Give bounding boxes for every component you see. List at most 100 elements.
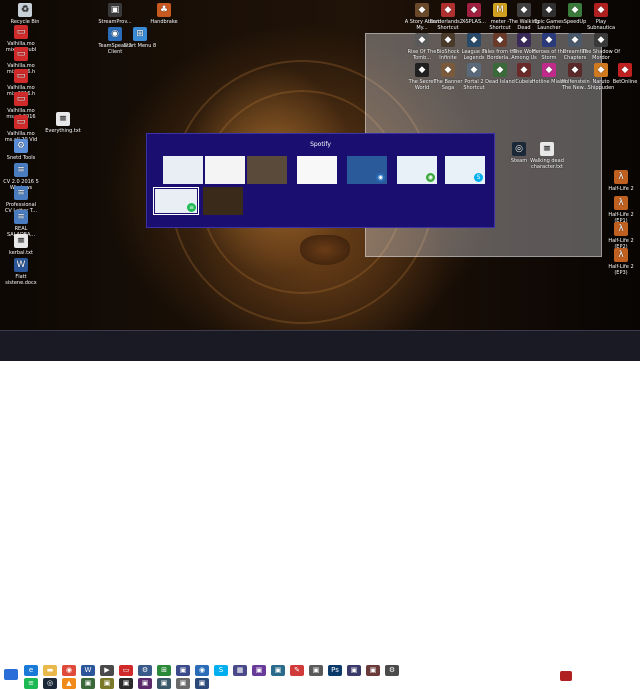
lion-nose [300,235,350,265]
game-icon: ◆ [467,63,481,77]
thumb-app-badge-icon: ≡ [187,203,196,212]
thumb-window-4[interactable] [297,156,337,184]
taskbar-app-icon-3[interactable]: ▣ [309,665,323,676]
pdf-file-icon: ▭ [14,69,28,83]
document-icon: ≡ [14,186,28,200]
desktop-icon-snetd[interactable]: ⚙ Snetd Tools [2,139,40,161]
game-icon: ◆ [415,63,429,77]
desktop-icon-h4[interactable]: λ Half-Life 2 (EP3) [602,248,640,276]
thumb-window-9[interactable] [203,187,243,215]
taskbar-media-icon[interactable]: ▶ [100,665,114,676]
taskbar-pdf-icon[interactable]: ▭ [119,665,133,676]
recycle-bin-icon: ♻ [18,3,32,17]
pdf-file-icon: ▭ [14,47,28,61]
taskbar-photoshop-icon[interactable]: Ps [328,665,342,676]
text-file-icon: ≡ [540,142,554,156]
desktop-icon-everything[interactable]: ≡ Everything.txt [44,112,82,134]
desktop-icon-h3[interactable]: λ Half-Life 2 (EP2) [602,222,640,250]
taskbar-spotify-icon[interactable]: ≡ [24,678,38,689]
desktop-icon-kerbal[interactable]: ≡ kerbal.txt [2,234,40,256]
desktop-icon-a8[interactable]: ◆ Play Subnautica [582,3,620,31]
taskbar-app-icon-4[interactable]: ▣ [347,665,361,676]
handbrake-icon: ♣ [157,3,171,17]
thumb-window-3[interactable] [247,156,287,184]
thumb-preview [203,187,243,215]
taskbar-ie-icon[interactable]: e [24,665,38,676]
desktop-icon-label: Flatt sistene.docx [5,274,37,286]
alt-tab-switcher: Spotify ◉ ◉ S ≡ [146,133,495,228]
taskbar-photos-icon[interactable]: ▣ [252,665,266,676]
teamspeak-icon: ◉ [108,27,122,41]
desktop-icon-label: Start Menu 8 [123,43,157,49]
document-icon: ≡ [14,210,28,224]
taskbar-app-icon-8[interactable]: ▣ [119,678,133,689]
desktop-icon-h1[interactable]: λ Half-Life 2 [602,170,640,192]
pdf-file-icon: ▭ [14,92,28,106]
start-button[interactable] [4,669,18,680]
game-icon: ◆ [568,3,582,17]
game-icon: ◆ [467,33,481,47]
taskbar-paint-icon[interactable]: ✎ [290,665,304,676]
desktop-icon-c9[interactable]: ◆ BetOnline [606,63,640,85]
halflife-icon: λ [614,248,628,262]
taskbar-store-icon[interactable]: ⊞ [157,665,171,676]
desktop-icon-d2[interactable]: ≡ Walking dead character.txt [528,142,566,170]
game-icon: ◆ [517,63,531,77]
game-icon: ◆ [441,63,455,77]
thumb-spotify[interactable]: ≡ [153,187,199,215]
game-icon: ◆ [415,33,429,47]
taskbar-app-icon-5[interactable]: ▣ [366,665,380,676]
taskbar-app-icon-6[interactable]: ▣ [81,678,95,689]
desktop-icon-label: Half-Life 2 (EP3) [608,264,634,276]
desktop-icon-label: Everything.txt [45,128,81,134]
halflife-icon: λ [614,222,628,236]
tray-arrow-icon[interactable]: ▲ [575,672,580,679]
taskbar-skype-icon[interactable]: S [214,665,228,676]
word-doc-icon: W [14,258,28,272]
taskbar-app-icon-7[interactable]: ▣ [100,678,114,689]
desktop-icon-startmenu[interactable]: ⊞ Start Menu 8 [121,27,159,49]
desktop-icon-label: StreamProv... [98,19,132,25]
taskbar-teamspeak-icon[interactable]: ◉ [195,665,209,676]
taskbar-word-icon[interactable]: W [81,665,95,676]
game-icon: ◆ [517,33,531,47]
clock[interactable]: 11:09 torsdag 26.06.2016 [598,664,638,685]
taskbar-app-icon-10[interactable]: ▣ [157,678,171,689]
desktop-icon-flatt[interactable]: W Flatt sistene.docx [2,258,40,286]
taskbar-app-icon-12[interactable]: ▣ [195,678,209,689]
app-icon: ▣ [108,3,122,17]
desktop-icon-h2[interactable]: λ Half-Life 2 (EP1) [602,196,640,224]
taskbar-chrome-icon[interactable]: ◉ [62,665,76,676]
desktop-icon-handbrake[interactable]: ♣ Handbrake [145,3,183,25]
taskbar-app-icon-2[interactable]: ▣ [271,665,285,676]
thumb-window-1[interactable] [163,156,203,184]
taskbar-app-icon-1[interactable]: ▣ [176,665,190,676]
taskbar-vlc-icon[interactable]: ▲ [62,678,76,689]
desktop-icon-streamp[interactable]: ▣ StreamProv... [96,3,134,25]
game-icon: ◆ [568,33,582,47]
game-icon: ◆ [542,33,556,47]
taskbar-calc-icon[interactable]: ▦ [233,665,247,676]
text-file-icon: ≡ [14,234,28,248]
tray-icon[interactable] [560,671,572,681]
taskbar-settings-icon-2[interactable]: ⚙ [385,665,399,676]
desktop-icon-label: Half-Life 2 [608,186,634,192]
taskbar-steam-icon[interactable]: ◎ [43,678,57,689]
thumb-window-6[interactable]: ◉ [397,156,437,184]
thumb-window-2[interactable] [205,156,245,184]
thumb-preview [247,156,287,184]
tool-icon: ⚙ [14,139,28,153]
thumb-window-7[interactable]: S [445,156,485,184]
taskbar-app-icon-11[interactable]: ▣ [176,678,190,689]
taskbar-settings-icon[interactable]: ⚙ [138,665,152,676]
desktop-icon-b8[interactable]: ◆ The Shadow Of Mordor [582,33,620,61]
thumb-window-5[interactable]: ◉ [347,156,387,184]
game-icon: ◆ [467,3,481,17]
desktop-icon-recycle[interactable]: ♻ Recycle Bin [6,3,44,25]
steam-icon: ◎ [512,142,526,156]
taskbar-explorer-icon[interactable]: ▬ [43,665,57,676]
game-icon: ◆ [618,63,632,77]
thumb-preview [205,156,245,184]
taskbar-app-icon-9[interactable]: ▣ [138,678,152,689]
speaker-icon[interactable]: ♪ [586,672,590,679]
